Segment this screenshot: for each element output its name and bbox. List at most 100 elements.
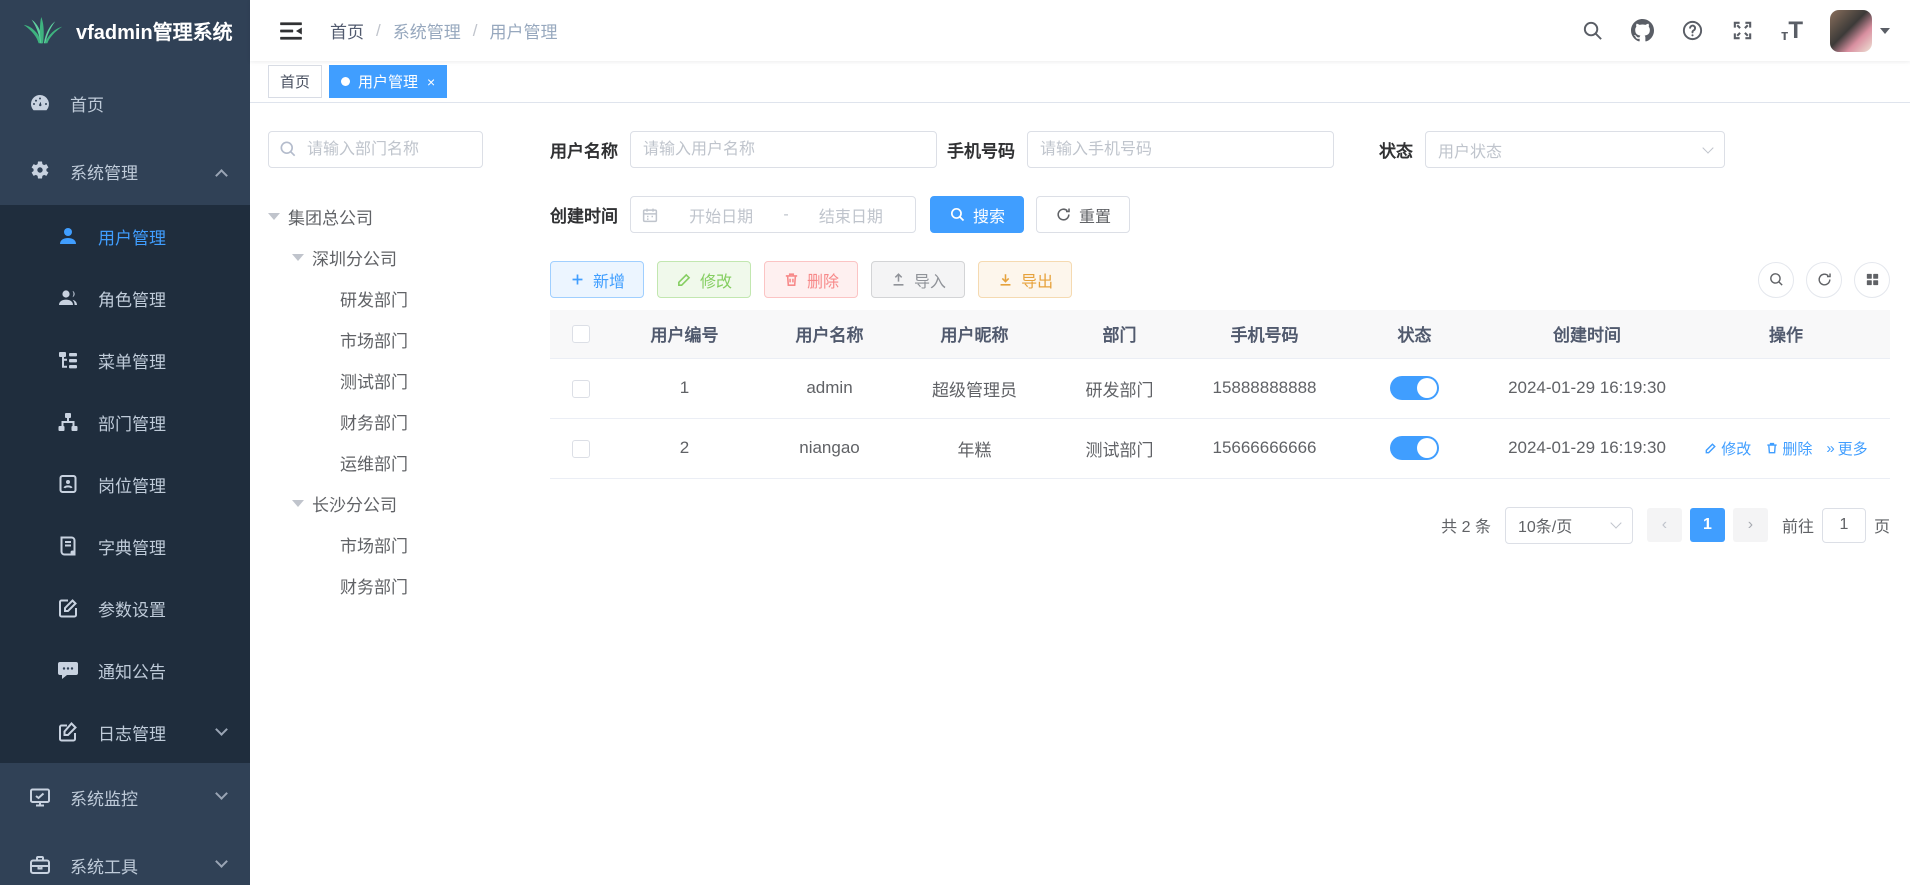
sidebar-item-dict-mgmt[interactable]: 字典管理 bbox=[0, 515, 250, 577]
columns-button[interactable] bbox=[1854, 262, 1890, 298]
tab-home[interactable]: 首页 bbox=[268, 65, 322, 98]
import-button[interactable]: 导入 bbox=[871, 261, 965, 298]
cell-nickname: 超级管理员 bbox=[902, 358, 1047, 418]
goto-page-input[interactable] bbox=[1822, 508, 1866, 543]
page-number-1[interactable]: 1 bbox=[1690, 508, 1725, 542]
tree-node[interactable]: 研发部门 bbox=[268, 278, 498, 319]
cell-nickname: 年糕 bbox=[902, 418, 1047, 478]
tree-node[interactable]: 财务部门 bbox=[268, 565, 498, 606]
chevron-down-icon bbox=[215, 723, 228, 736]
date-range-picker[interactable]: 开始日期 - 结束日期 bbox=[630, 196, 916, 233]
sidebar-item-label: 岗位管理 bbox=[98, 472, 166, 497]
tab-user-mgmt[interactable]: 用户管理 × bbox=[329, 65, 447, 98]
sidebar-item-tools[interactable]: 系统工具 bbox=[0, 831, 250, 885]
sidebar-item-label: 系统监控 bbox=[70, 785, 138, 810]
log-icon bbox=[56, 720, 80, 744]
sidebar-item-post-mgmt[interactable]: 岗位管理 bbox=[0, 453, 250, 515]
active-dot-icon bbox=[341, 77, 350, 86]
pagination-total: 共 2 条 bbox=[1441, 513, 1491, 537]
dept-panel: 集团总公司 深圳分公司 研发部门 市场部门 测试部门 bbox=[268, 131, 498, 885]
sidebar-item-menu-mgmt[interactable]: 菜单管理 bbox=[0, 329, 250, 391]
font-size-icon[interactable]: тT bbox=[1781, 19, 1803, 43]
sidebar-item-label: 菜单管理 bbox=[98, 348, 166, 373]
phone-input[interactable] bbox=[1027, 131, 1334, 168]
sidebar-item-log-mgmt[interactable]: 日志管理 bbox=[0, 701, 250, 763]
col-actions: 操作 bbox=[1682, 310, 1890, 358]
sidebar-item-label: 通知公告 bbox=[98, 658, 166, 683]
table-row[interactable]: 2 niangao 年糕 测试部门 15666666666 2024-01-29… bbox=[550, 418, 1890, 478]
edit-button[interactable]: 修改 bbox=[657, 261, 751, 298]
tree-node-label: 财务部门 bbox=[340, 573, 408, 598]
tree-node[interactable]: 集团总公司 bbox=[268, 196, 498, 237]
tree-expand-icon[interactable] bbox=[292, 500, 304, 507]
next-page-button[interactable]: › bbox=[1733, 508, 1768, 542]
tree-node[interactable]: 深圳分公司 bbox=[268, 237, 498, 278]
delete-button[interactable]: 删除 bbox=[764, 261, 858, 298]
sidebar-item-dept-mgmt[interactable]: 部门管理 bbox=[0, 391, 250, 453]
github-icon[interactable] bbox=[1631, 19, 1654, 42]
close-icon[interactable]: × bbox=[427, 75, 435, 89]
sidebar-item-monitor[interactable]: 系统监控 bbox=[0, 763, 250, 831]
export-button-label: 导出 bbox=[1021, 268, 1053, 292]
prev-page-button[interactable]: ‹ bbox=[1647, 508, 1682, 542]
tree-expand-icon[interactable] bbox=[292, 254, 304, 261]
status-toggle[interactable] bbox=[1390, 436, 1439, 460]
export-button[interactable]: 导出 bbox=[978, 261, 1072, 298]
username-input[interactable] bbox=[630, 131, 937, 168]
tree-list-icon bbox=[56, 348, 80, 372]
tree-node[interactable]: 市场部门 bbox=[268, 319, 498, 360]
col-username: 用户名称 bbox=[757, 310, 902, 358]
add-button[interactable]: 新增 bbox=[550, 261, 644, 298]
search-icon bbox=[278, 139, 298, 159]
col-nickname: 用户昵称 bbox=[902, 310, 1047, 358]
table-row[interactable]: 1 admin 超级管理员 研发部门 15888888888 2024-01-2… bbox=[550, 358, 1890, 418]
sidebar-item-home[interactable]: 首页 bbox=[0, 69, 250, 137]
sidebar-item-label: 日志管理 bbox=[98, 720, 166, 745]
help-icon[interactable] bbox=[1681, 19, 1704, 42]
reset-button[interactable]: 重置 bbox=[1036, 196, 1130, 233]
page-size-select[interactable]: 10条/页 bbox=[1505, 507, 1633, 544]
tree-node[interactable]: 长沙分公司 bbox=[268, 483, 498, 524]
upload-icon bbox=[890, 271, 907, 288]
sidebar-item-label: 字典管理 bbox=[98, 534, 166, 559]
row-delete-link[interactable]: 删除 bbox=[1765, 438, 1812, 459]
select-all-checkbox[interactable] bbox=[572, 325, 590, 343]
sidebar-collapse-icon[interactable] bbox=[278, 18, 304, 44]
tree-node-label: 长沙分公司 bbox=[312, 491, 397, 516]
sidebar-item-param-settings[interactable]: 参数设置 bbox=[0, 577, 250, 639]
search-icon[interactable] bbox=[1581, 19, 1604, 42]
search-button[interactable]: 搜索 bbox=[930, 196, 1024, 233]
sidebar-item-system[interactable]: 系统管理 bbox=[0, 137, 250, 205]
row-checkbox[interactable] bbox=[572, 440, 590, 458]
status-select[interactable]: 用户状态 bbox=[1425, 131, 1725, 168]
user-menu[interactable] bbox=[1830, 10, 1890, 52]
row-edit-link[interactable]: 修改 bbox=[1704, 438, 1751, 459]
id-badge-icon bbox=[56, 472, 80, 496]
row-checkbox[interactable] bbox=[572, 380, 590, 398]
tree-node[interactable]: 运维部门 bbox=[268, 442, 498, 483]
refresh-button[interactable] bbox=[1806, 262, 1842, 298]
tree-node[interactable]: 市场部门 bbox=[268, 524, 498, 565]
double-arrow-icon: » bbox=[1826, 440, 1834, 457]
breadcrumb-home[interactable]: 首页 bbox=[330, 18, 364, 43]
tree-node-label: 运维部门 bbox=[340, 450, 408, 475]
sidebar-item-label: 部门管理 bbox=[98, 410, 166, 435]
cell-create-time: 2024-01-29 16:19:30 bbox=[1492, 418, 1682, 478]
toggle-search-button[interactable] bbox=[1758, 262, 1794, 298]
sidebar-item-user-mgmt[interactable]: 用户管理 bbox=[0, 205, 250, 267]
app-logo[interactable]: vfadmin管理系统 bbox=[0, 0, 250, 61]
pen-icon bbox=[676, 271, 693, 288]
user-panel: 用户名称 手机号码 状态 用户状态 创建时间 bbox=[550, 131, 1890, 885]
grid-icon bbox=[1864, 271, 1881, 288]
tree-expand-icon[interactable] bbox=[268, 213, 280, 220]
sidebar-item-notice[interactable]: 通知公告 bbox=[0, 639, 250, 701]
tree-node[interactable]: 测试部门 bbox=[268, 360, 498, 401]
dept-search-input[interactable] bbox=[268, 131, 483, 168]
sidebar-item-role-mgmt[interactable]: 角色管理 bbox=[0, 267, 250, 329]
tree-node[interactable]: 财务部门 bbox=[268, 401, 498, 442]
plus-icon bbox=[569, 271, 586, 288]
fullscreen-icon[interactable] bbox=[1731, 19, 1754, 42]
status-toggle[interactable] bbox=[1390, 376, 1439, 400]
row-more-link[interactable]: » 更多 bbox=[1826, 438, 1867, 459]
avatar[interactable] bbox=[1830, 10, 1872, 52]
